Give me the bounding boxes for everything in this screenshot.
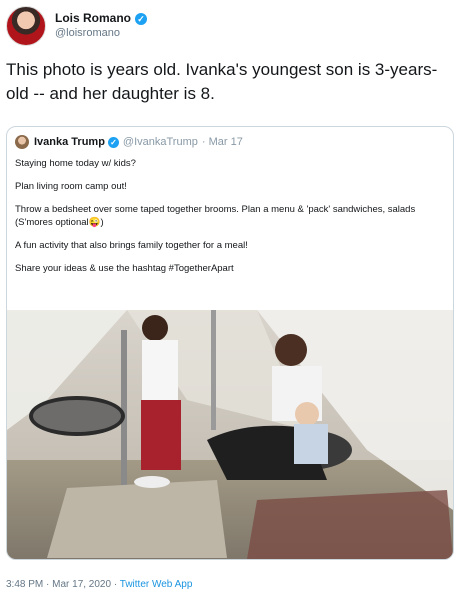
- quoted-line: A fun activity that also brings family t…: [15, 240, 248, 251]
- quoted-line: Throw a bedsheet over some taped togethe…: [15, 204, 416, 228]
- tweet-footer: 3:48 PM · Mar 17, 2020 · Twitter Web App: [6, 579, 192, 590]
- quoted-line: Plan living room camp out!: [15, 181, 127, 192]
- tweet-text: This photo is years old. Ivanka's younge…: [6, 60, 438, 103]
- tweet-header: Lois Romano ✓ @loisromano: [6, 6, 148, 46]
- quoted-tweet[interactable]: Ivanka Trump ✓ @IvankaTrump · Mar 17 Sta…: [6, 126, 454, 560]
- quoted-line: Share your ideas & use the hashtag #Toge…: [15, 263, 234, 274]
- tweet-timestamp[interactable]: 3:48 PM · Mar 17, 2020 ·: [6, 579, 120, 590]
- verified-badge-icon: ✓: [135, 12, 148, 25]
- verified-badge-icon: ✓: [107, 136, 119, 148]
- quoted-date: · Mar 17: [201, 136, 243, 148]
- quoted-handle: @IvankaTrump: [122, 136, 198, 148]
- quoted-display-name: Ivanka Trump: [34, 136, 105, 148]
- tweet-photo[interactable]: [7, 310, 453, 559]
- source-app-link[interactable]: Twitter Web App: [120, 579, 193, 590]
- quoted-tweet-body: Staying home today w/ kids? Plan living …: [15, 157, 443, 285]
- quoted-avatar: [15, 135, 29, 149]
- avatar[interactable]: [6, 6, 46, 46]
- author-display-name[interactable]: Lois Romano: [55, 11, 131, 26]
- name-row: Lois Romano ✓: [55, 11, 148, 26]
- quoted-line: Staying home today w/ kids?: [15, 158, 136, 169]
- quoted-tweet-header: Ivanka Trump ✓ @IvankaTrump · Mar 17: [15, 135, 243, 149]
- author-handle[interactable]: @loisromano: [55, 26, 147, 41]
- author-info: Lois Romano ✓ @loisromano: [55, 11, 148, 41]
